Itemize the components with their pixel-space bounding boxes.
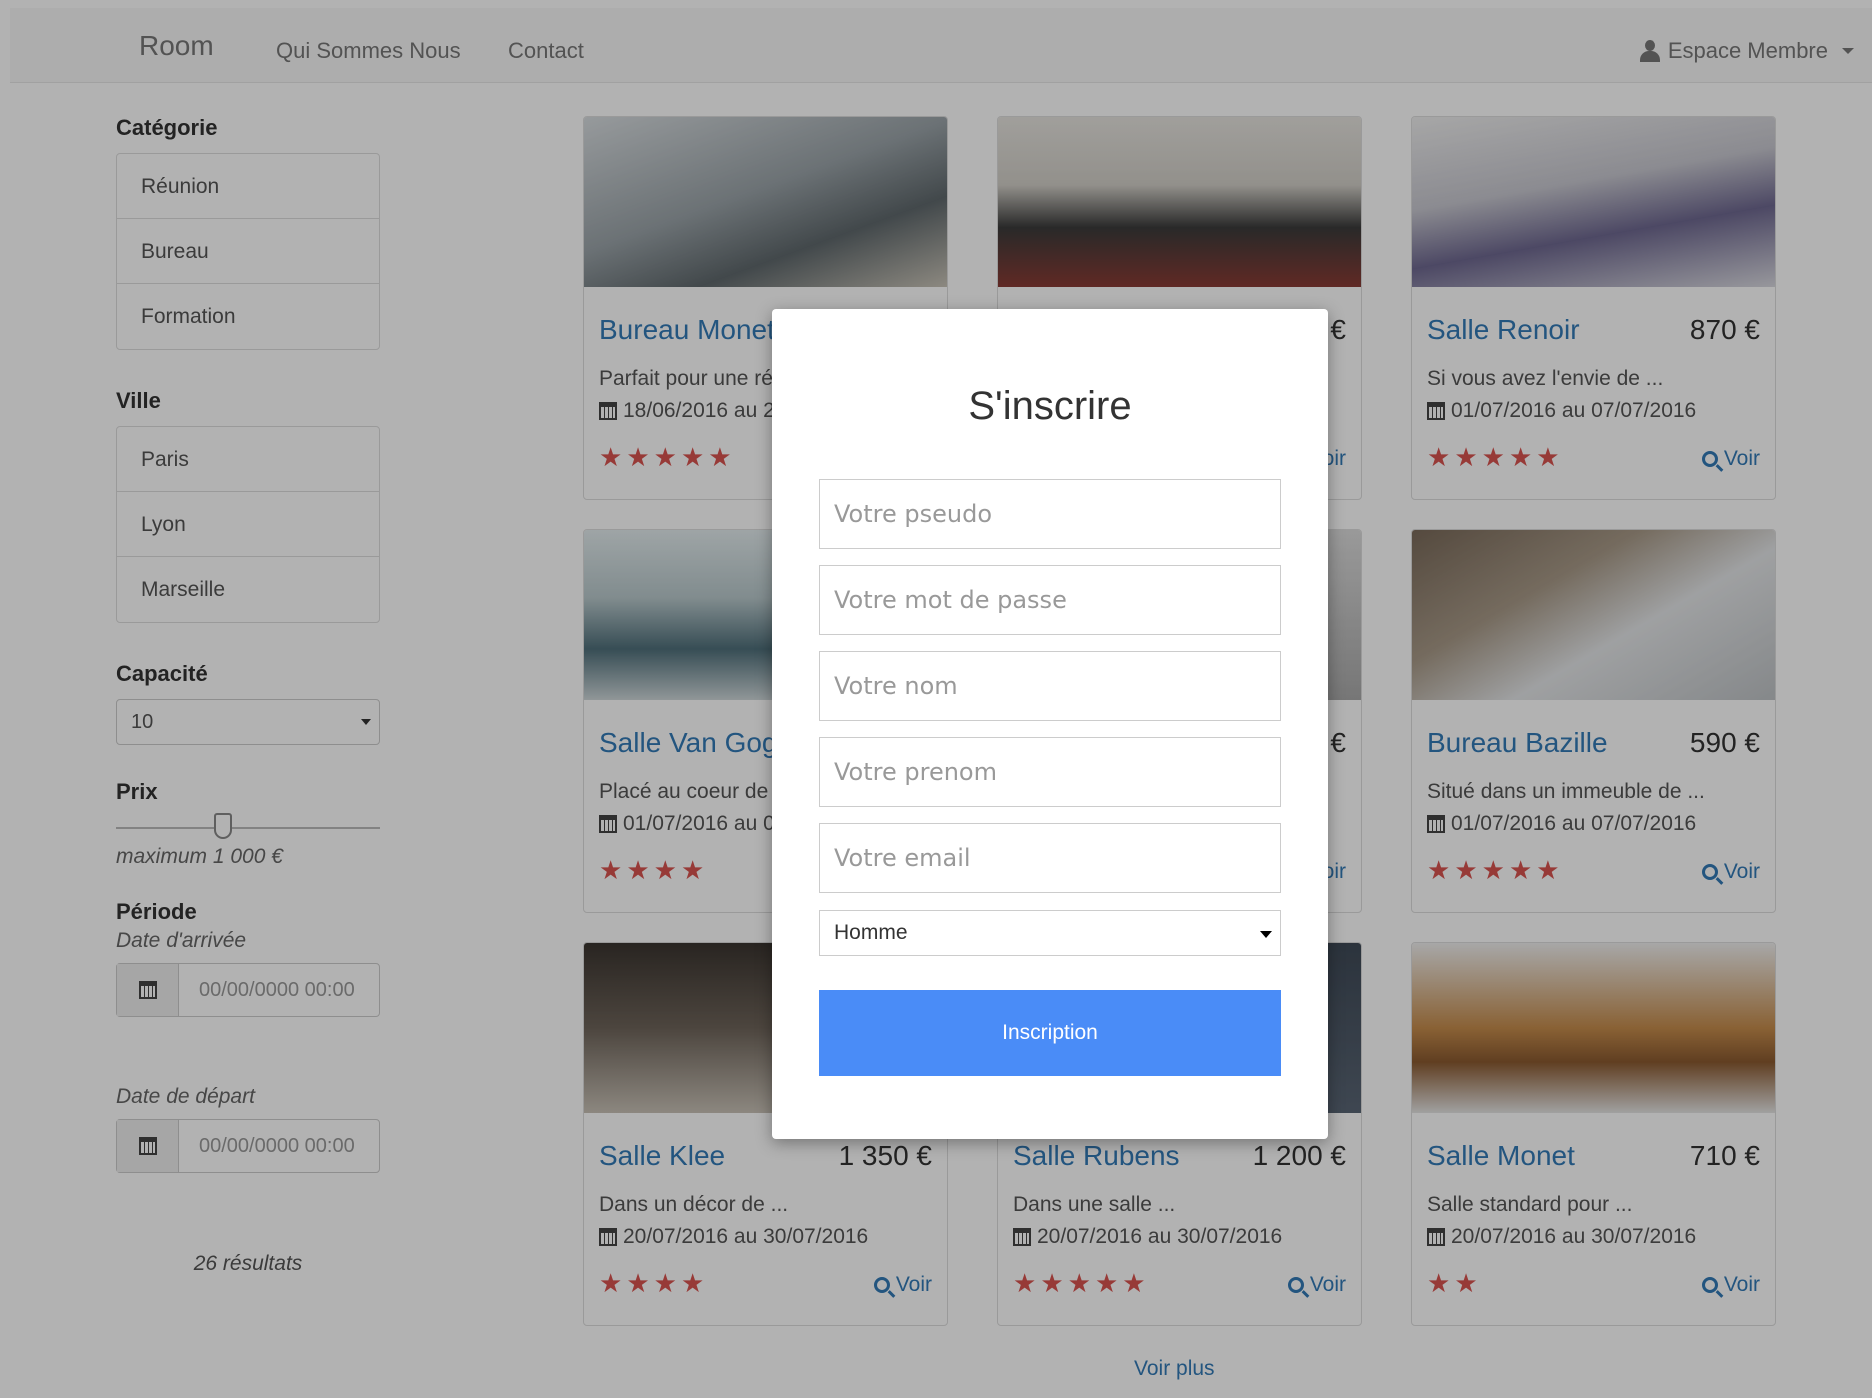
prenom-input[interactable]: Votre prenom bbox=[819, 737, 1281, 807]
modal-title: S'inscrire bbox=[968, 384, 1132, 428]
civilite-value: Homme bbox=[834, 921, 908, 944]
signup-modal: S'inscrire Votre pseudo Votre mot de pas… bbox=[772, 309, 1328, 1139]
password-input[interactable]: Votre mot de passe bbox=[819, 565, 1281, 635]
inscription-button[interactable]: Inscription bbox=[819, 990, 1281, 1076]
pseudo-input[interactable]: Votre pseudo bbox=[819, 479, 1281, 549]
chevron-down-icon bbox=[1260, 931, 1272, 938]
email-input[interactable]: Votre email bbox=[819, 823, 1281, 893]
civilite-select[interactable]: Homme bbox=[819, 910, 1281, 956]
nom-input[interactable]: Votre nom bbox=[819, 651, 1281, 721]
